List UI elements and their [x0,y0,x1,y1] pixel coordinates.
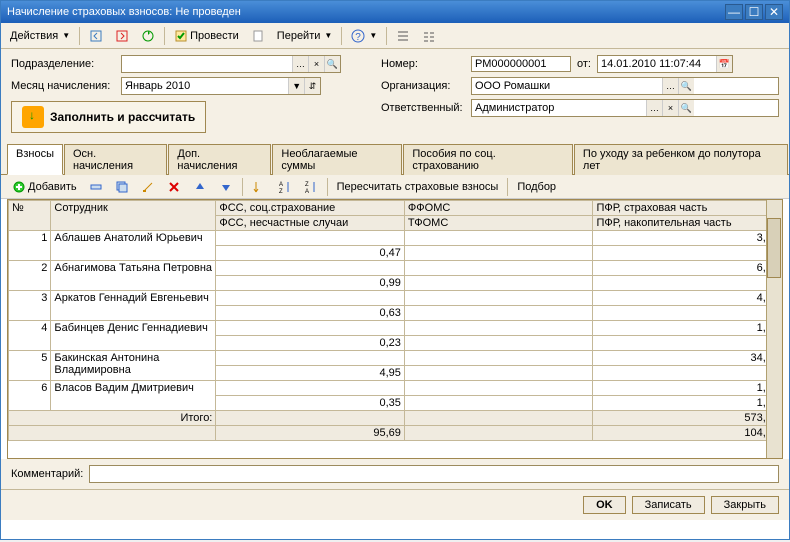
nav-fwd-icon[interactable] [110,26,134,46]
col-pfr1[interactable]: ПФР, страховая часть [593,201,782,216]
post-doc-icon[interactable] [246,26,270,46]
main-toolbar: Действия▼ Провести Перейти▼ ?▼ [1,23,789,49]
post-button[interactable]: Провести [169,26,244,46]
col-tfoms[interactable]: ТФОМС [404,216,593,231]
svg-text:?: ? [356,32,362,43]
grid: № Сотрудник ФСС, соц.страхование ФФОМС П… [7,199,783,459]
add-button[interactable]: Добавить [7,177,82,197]
move-up-icon[interactable] [188,177,212,197]
recalc-button[interactable]: Пересчитать страховые взносы [332,177,504,197]
division-search-icon[interactable]: 🔍 [324,56,340,72]
tab-main-calc[interactable]: Осн. начисления [64,144,167,175]
month-label: Месяц начисления: [11,80,121,92]
comment-input[interactable] [89,465,779,483]
sort-za-icon[interactable]: ZA [299,177,323,197]
division-label: Подразделение: [11,58,121,70]
actions-menu[interactable]: Действия▼ [5,26,75,46]
org-input[interactable] [472,79,662,93]
settings-icon[interactable] [417,26,441,46]
org-search-icon[interactable]: 🔍 [678,78,694,94]
tab-add-calc[interactable]: Доп. начисления [168,144,271,175]
edit-row-icon[interactable] [136,177,160,197]
maximize-button[interactable]: ☐ [745,4,763,20]
save-button[interactable]: Записать [632,496,705,514]
goto-menu[interactable]: Перейти▼ [272,26,338,46]
table-row[interactable]: 5Бакинская Антонина Владимировна34,65 [9,351,782,366]
window-title: Начисление страховых взносов: Не проведе… [7,6,241,18]
resp-label: Ответственный: [381,102,471,114]
button-bar: OK Записать Закрыть [1,489,789,520]
tab-benefits[interactable]: Пособия по соц. страхованию [403,144,573,175]
month-input[interactable] [122,79,288,93]
col-number[interactable]: № [9,201,51,231]
from-label: от: [577,58,591,70]
division-clear-icon[interactable]: × [308,56,324,72]
table-row[interactable]: 3Аркатов Геннадий Евгеньевич4,42 [9,291,782,306]
scrollbar-vertical[interactable] [766,200,782,458]
delete-row-icon[interactable] [162,177,186,197]
copy-row-icon[interactable] [110,177,134,197]
date-input[interactable] [598,57,716,71]
tab-childcare[interactable]: По уходу за ребенком до полутора лет [574,144,788,175]
col-employee[interactable]: Сотрудник [51,201,216,231]
comment-label: Комментарий: [11,468,83,480]
calculate-button[interactable]: Заполнить и рассчитать [11,101,206,133]
number-input[interactable] [472,57,570,71]
table-row[interactable]: 1Аблашев Анатолий Юрьевич3,29 [9,231,782,246]
close-button-footer[interactable]: Закрыть [711,496,779,514]
refresh-icon[interactable] [136,26,160,46]
close-button[interactable]: ✕ [765,4,783,20]
insert-row-icon[interactable] [84,177,108,197]
select-button[interactable]: Подбор [512,177,561,197]
resp-input[interactable] [472,101,646,115]
table-row[interactable]: 2Абнагимова Татьяна Петровна6,91 [9,261,782,276]
col-pfr2[interactable]: ПФР, накопительная часть [593,216,782,231]
ok-button[interactable]: OK [583,496,626,514]
svg-text:Z: Z [279,189,283,194]
tab-nontax[interactable]: Необлагаемые суммы [272,144,402,175]
date-picker-icon[interactable]: 📅 [716,56,732,72]
calculate-icon [22,106,44,128]
sort-down-icon[interactable] [247,177,271,197]
resp-clear-icon[interactable]: × [662,100,678,116]
svg-text:Z: Z [305,182,309,188]
help-icon[interactable]: ?▼ [346,26,382,46]
resp-select-icon[interactable]: … [646,100,662,116]
nav-back-icon[interactable] [84,26,108,46]
move-down-icon[interactable] [214,177,238,197]
col-ffoms[interactable]: ФФОМС [404,201,593,216]
col-fss1[interactable]: ФСС, соц.страхование [216,201,405,216]
table-row[interactable]: 6Власов Вадим Дмитриевич1,40 [9,381,782,396]
grid-toolbar: Добавить AZ ZA Пересчитать страховые взн… [1,175,789,199]
table-row[interactable]: 4Бабинцев Денис Геннадиевич1,62 [9,321,782,336]
tab-contributions[interactable]: Взносы [7,144,63,175]
month-spin-icon[interactable]: ⇵ [304,78,320,94]
division-input[interactable] [122,57,292,71]
tabs: Взносы Осн. начисления Доп. начисления Н… [1,143,789,175]
minimize-button[interactable]: — [725,4,743,20]
month-dropdown-icon[interactable]: ▼ [288,78,304,94]
list-icon[interactable] [391,26,415,46]
org-label: Организация: [381,80,471,92]
sort-az-icon[interactable]: AZ [273,177,297,197]
svg-text:A: A [279,182,283,188]
number-label: Номер: [381,58,471,70]
division-select-icon[interactable]: … [292,56,308,72]
col-fss2[interactable]: ФСС, несчастные случаи [216,216,405,231]
org-select-icon[interactable]: … [662,78,678,94]
resp-search-icon[interactable]: 🔍 [678,100,694,116]
titlebar: Начисление страховых взносов: Не проведе… [1,1,789,23]
svg-text:A: A [305,189,309,194]
